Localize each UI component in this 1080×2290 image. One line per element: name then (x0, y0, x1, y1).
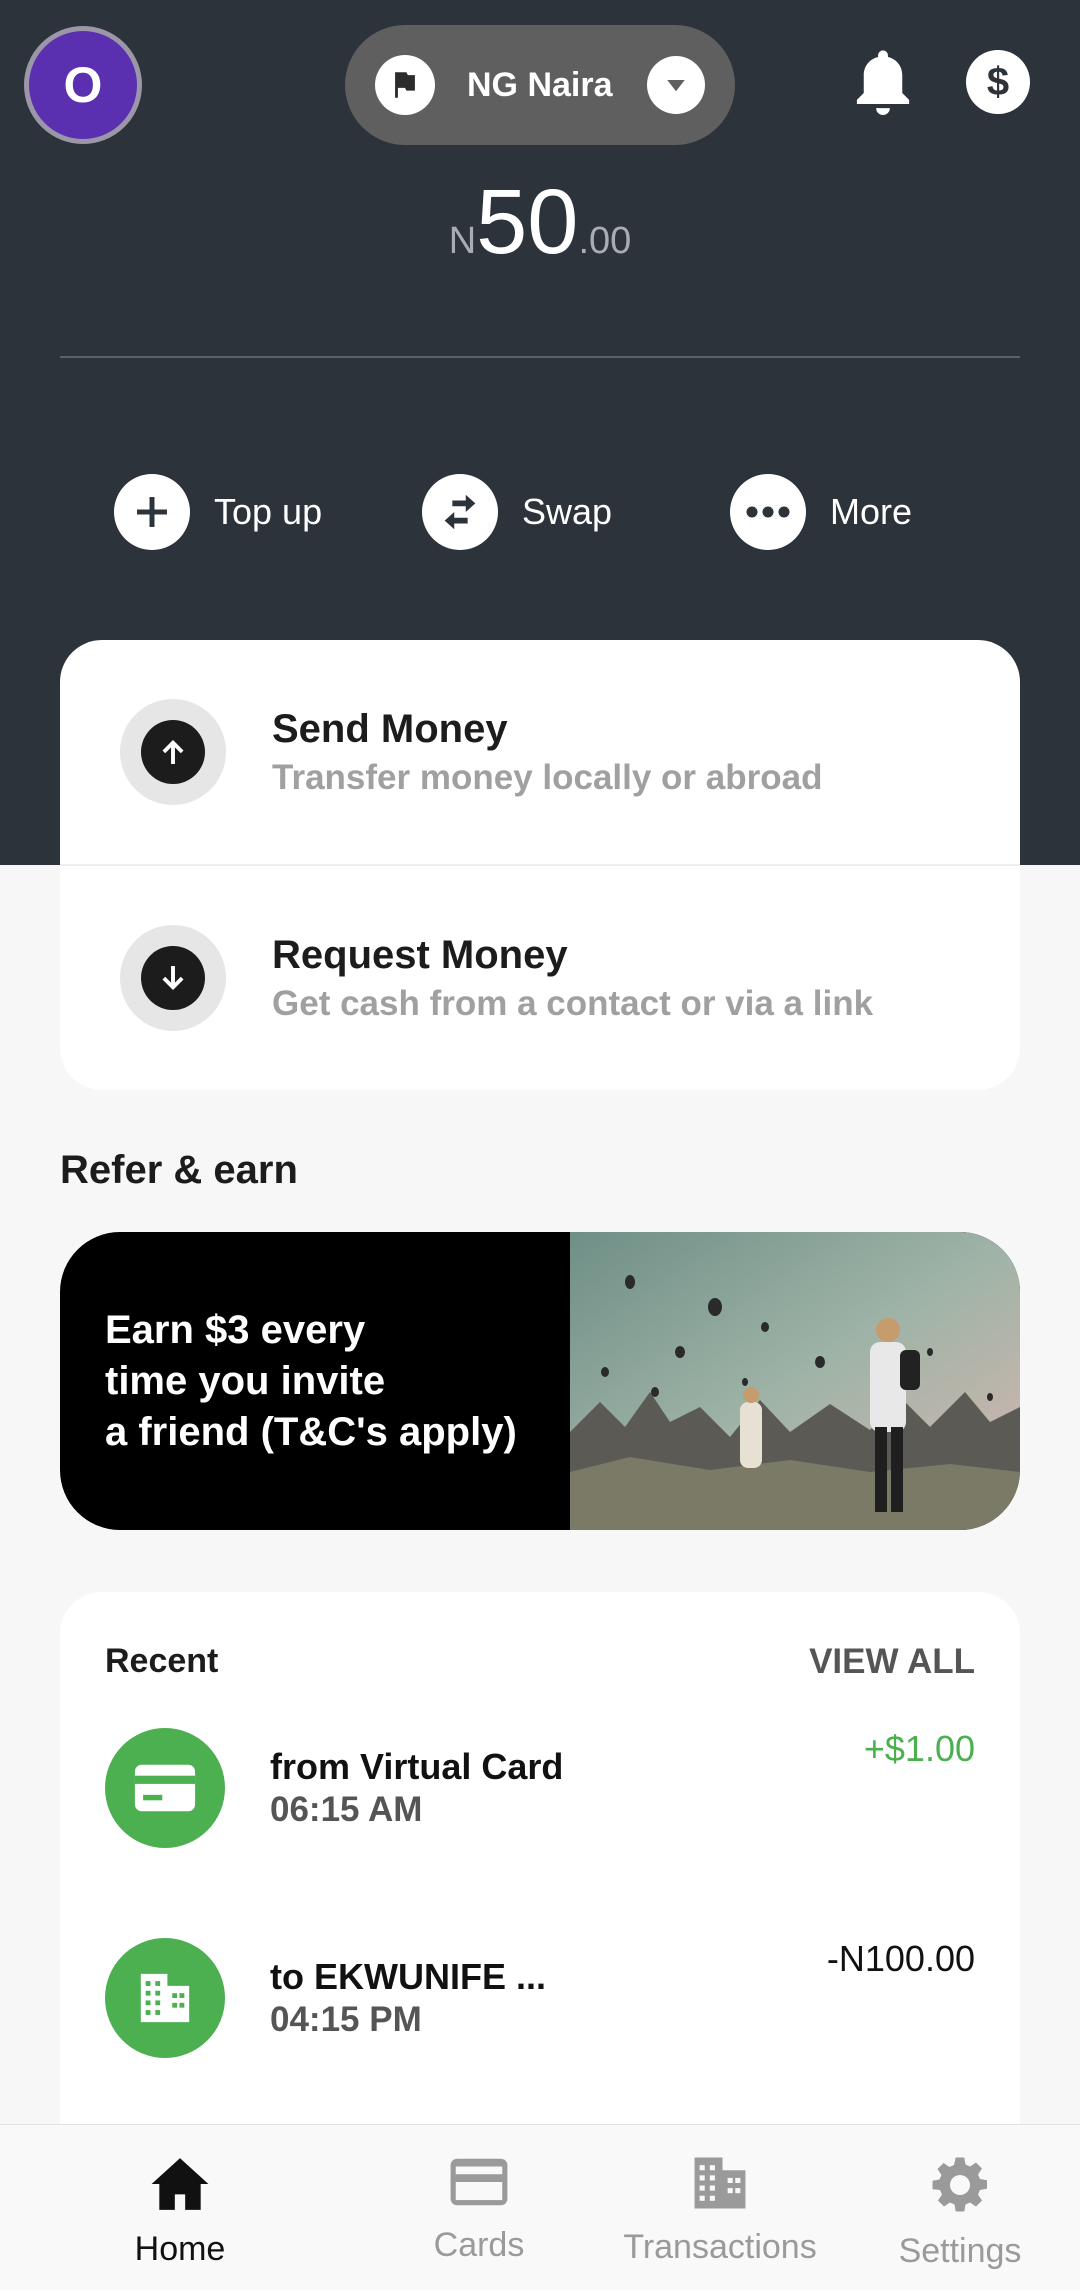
transaction-time: 04:15 PM (270, 2000, 422, 2039)
nav-transactions[interactable]: Transactions (620, 2155, 820, 2267)
refer-text: Earn $3 every time you invite a friend (… (60, 1232, 570, 1530)
transaction-row[interactable]: to EKWUNIFE ... 04:15 PM -N100.00 (105, 1938, 975, 2058)
refer-banner[interactable]: Earn $3 every time you invite a friend (… (60, 1232, 1020, 1530)
more-icon (730, 474, 806, 550)
chevron-down-icon (647, 56, 705, 114)
nav-transactions-label: Transactions (623, 2228, 817, 2266)
more-label: More (830, 491, 913, 532)
refer-section-title: Refer & earn (60, 1148, 298, 1192)
nav-cards[interactable]: Cards (379, 2155, 579, 2265)
building-icon (105, 1938, 225, 2058)
money-card: Send Money Transfer money locally or abr… (60, 640, 1020, 1090)
home-icon (149, 2155, 211, 2218)
currency-label: NG Naira (467, 65, 613, 104)
transaction-time: 06:15 AM (270, 1790, 423, 1829)
gear-icon (930, 2155, 990, 2220)
send-money-title: Send Money (272, 706, 508, 751)
balance-integer: 50 (476, 171, 579, 273)
transaction-amount: -N100.00 (826, 1938, 975, 1979)
nav-home-label: Home (134, 2230, 226, 2268)
transaction-amount: +$1.00 (863, 1728, 975, 1769)
currency-selector[interactable]: NG Naira (345, 25, 735, 145)
balance-decimal: .00 (578, 220, 632, 262)
transaction-row[interactable]: from Virtual Card 06:15 AM +$1.00 (105, 1728, 975, 1848)
view-all-link[interactable]: VIEW ALL (809, 1642, 975, 1682)
more-button[interactable]: More (730, 474, 912, 550)
arrow-up-icon (141, 720, 205, 784)
top-up-button[interactable]: Top up (114, 474, 322, 550)
swap-button[interactable]: Swap (422, 474, 612, 550)
bell-icon[interactable] (850, 44, 916, 120)
recent-header: Recent VIEW ALL (105, 1642, 975, 1682)
top-up-label: Top up (214, 491, 323, 532)
arrow-down-icon (141, 946, 205, 1010)
flag-icon (375, 55, 435, 115)
plus-icon (114, 474, 190, 550)
bottom-nav: Home Cards Transactions Settings (0, 2124, 1080, 2290)
card-icon (448, 2155, 510, 2214)
dollar-icon[interactable]: $ (966, 50, 1030, 114)
refer-line-2: time you invite (105, 1358, 386, 1403)
balance-currency: N (448, 220, 477, 262)
transaction-name: to EKWUNIFE ... (270, 1956, 546, 1997)
refer-line-1: Earn $3 every (105, 1307, 366, 1352)
header-divider (60, 356, 1020, 358)
request-money-subtitle: Get cash from a contact or via a link (272, 983, 874, 1023)
refer-line-3: a friend (T&C's apply) (105, 1409, 517, 1454)
transaction-name: from Virtual Card (270, 1746, 564, 1787)
send-money-subtitle: Transfer money locally or abroad (272, 757, 823, 797)
recent-title: Recent (105, 1642, 219, 1680)
balance-display: N50.00 (0, 170, 1080, 275)
request-money-title: Request Money (272, 932, 568, 977)
nav-cards-label: Cards (433, 2226, 525, 2264)
avatar-initial: O (63, 57, 103, 113)
request-icon-wrap (120, 925, 226, 1031)
building-icon (689, 2155, 751, 2216)
swap-icon (422, 474, 498, 550)
send-icon-wrap (120, 699, 226, 805)
request-money-row[interactable]: Request Money Get cash from a contact or… (60, 866, 1020, 1090)
swap-label: Swap (522, 491, 613, 532)
card-icon (105, 1728, 225, 1848)
nav-settings[interactable]: Settings (860, 2155, 1060, 2271)
send-money-row[interactable]: Send Money Transfer money locally or abr… (60, 640, 1020, 864)
nav-home[interactable]: Home (80, 2155, 280, 2269)
nav-settings-label: Settings (898, 2232, 1022, 2270)
refer-photo (570, 1232, 1020, 1530)
avatar[interactable]: O (24, 26, 142, 144)
